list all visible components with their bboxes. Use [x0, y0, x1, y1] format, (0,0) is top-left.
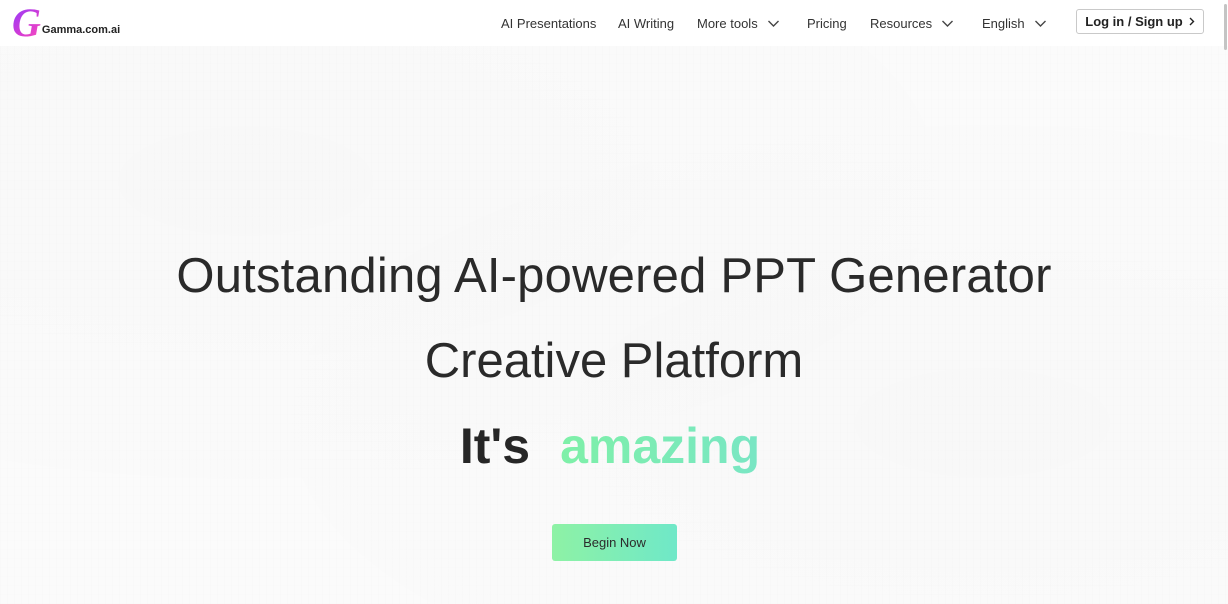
- nav-item-resources[interactable]: Resources: [870, 0, 954, 46]
- language-selector[interactable]: English: [982, 0, 1047, 46]
- tagline-highlight: amazing: [560, 414, 760, 478]
- nav-label: Pricing: [807, 15, 847, 31]
- chevron-down-icon: [941, 17, 954, 30]
- language-label: English: [982, 15, 1025, 31]
- logo-mark: G: [12, 0, 41, 45]
- hero-subheadline: Creative Platform: [424, 334, 804, 388]
- nav-label: AI Writing: [618, 15, 675, 31]
- chevron-right-icon: [1189, 17, 1195, 26]
- login-signup-button[interactable]: Log in / Sign up: [1076, 9, 1204, 34]
- nav-label: Resources: [870, 15, 933, 31]
- begin-now-label: Begin Now: [583, 535, 646, 550]
- login-label: Log in / Sign up: [1085, 14, 1183, 29]
- nav-item-ai-presentations[interactable]: AI Presentations: [501, 0, 596, 46]
- top-navigation-bar: G Gamma.com.ai AI Presentations AI Writi…: [0, 0, 1228, 46]
- nav-item-ai-writing[interactable]: AI Writing: [618, 0, 674, 46]
- scrollbar-thumb[interactable]: [1224, 4, 1227, 50]
- nav-item-more-tools[interactable]: More tools: [697, 0, 780, 46]
- nav-label: More tools: [697, 15, 758, 31]
- brand-logo[interactable]: G Gamma.com.ai: [12, 0, 121, 45]
- chevron-down-icon: [1034, 17, 1047, 30]
- nav-label: AI Presentations: [501, 15, 597, 31]
- hero-headline: Outstanding AI-powered PPT Generator: [176, 249, 1052, 303]
- page-scrollbar[interactable]: [1222, 0, 1228, 604]
- chevron-down-icon: [767, 17, 780, 30]
- nav-item-pricing[interactable]: Pricing: [807, 0, 847, 46]
- brand-name: Gamma.com.ai: [41, 24, 121, 36]
- tagline-prefix: It's: [459, 418, 531, 474]
- hero-tagline: It's amazing: [0, 414, 1228, 478]
- begin-now-button[interactable]: Begin Now: [552, 524, 677, 561]
